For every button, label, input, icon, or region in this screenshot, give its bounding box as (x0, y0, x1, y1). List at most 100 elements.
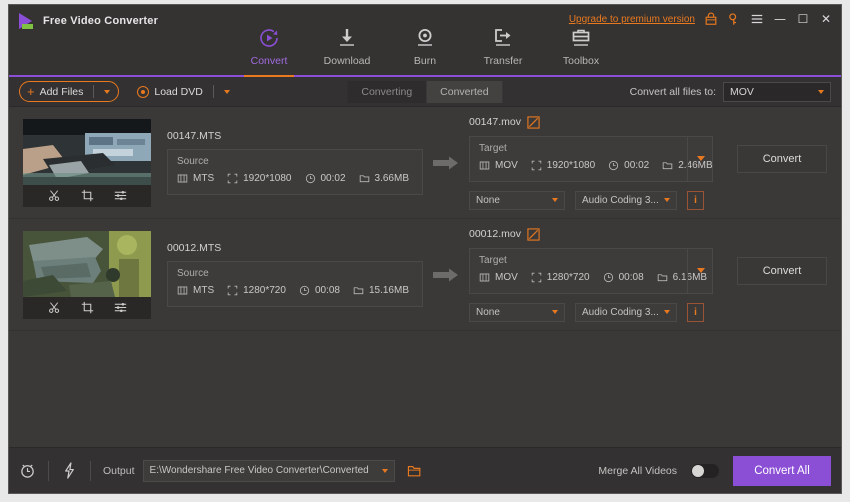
toggle-knob (692, 464, 704, 477)
effects-sliders-icon[interactable] (114, 189, 127, 202)
source-resolution: 1920*1080 (227, 173, 292, 184)
trim-scissors-icon[interactable] (48, 189, 61, 202)
alarm-clock-icon[interactable] (19, 462, 36, 479)
resolution-icon (227, 285, 238, 296)
load-dvd-button[interactable]: Load DVD (137, 85, 230, 98)
info-button[interactable]: i (687, 190, 704, 210)
convert-icon (230, 24, 308, 52)
tab-burn[interactable]: Burn (386, 20, 464, 75)
source-column: 00012.MTS Source MTS 1280*720 00:08 15.1… (167, 242, 423, 307)
target-column: 00012.mov Target MOV 1280*720 00:08 6.16… (469, 227, 827, 322)
audio-select[interactable]: Audio Coding 3... (575, 302, 677, 322)
audio-select[interactable]: Audio Coding 3... (575, 190, 677, 210)
output-label: Output (103, 464, 135, 477)
thumbnail-tools (23, 184, 151, 207)
info-button[interactable]: i (687, 302, 704, 322)
crop-icon[interactable] (81, 189, 94, 202)
load-dvd-label: Load DVD (154, 85, 203, 98)
target-format-dropdown[interactable] (687, 247, 713, 294)
output-path-select[interactable]: E:\Wondershare Free Video Converter\Conv… (142, 459, 395, 482)
transfer-icon (464, 24, 542, 52)
target-file-name: 00012.mov (469, 228, 521, 240)
add-files-label: Add Files (39, 85, 84, 98)
target-info-wrap: Target MOV (469, 135, 713, 182)
plus-icon: + (27, 84, 35, 99)
target-file-name: 00147.mov (469, 116, 521, 128)
source-meta-row: MTS 1280*720 00:08 15.16MB (177, 285, 413, 296)
convert-all-format-group: Convert all files to: MOV (629, 81, 831, 102)
tab-converted[interactable]: Converted (426, 81, 502, 103)
chevron-down-icon[interactable] (104, 89, 111, 94)
clock-icon (299, 285, 310, 296)
chevron-down-icon (381, 468, 388, 473)
format-select-value: MOV (730, 85, 754, 98)
audio-select-value: Audio Coding 3... (582, 306, 659, 318)
main-nav: Convert Download Burn Transfer Toolbox (9, 20, 841, 77)
rename-edit-icon[interactable] (527, 115, 540, 129)
chevron-down-icon (664, 310, 670, 314)
target-label: Target (479, 142, 507, 154)
target-meta-row: MOV 1920*1080 00:02 2.46MB (479, 159, 713, 171)
convert-button[interactable]: Convert (737, 256, 827, 285)
crop-icon[interactable] (81, 301, 94, 314)
effects-sliders-icon[interactable] (114, 301, 127, 314)
source-file-name: 00012.MTS (167, 242, 222, 254)
clock-icon (305, 173, 315, 184)
target-duration-value: 00:02 (624, 159, 650, 171)
burn-icon (386, 24, 464, 52)
target-options-row: None Audio Coding 3... i (469, 302, 827, 322)
trim-scissors-icon[interactable] (48, 301, 61, 314)
tab-convert[interactable]: Convert (230, 20, 308, 77)
tab-converting[interactable]: Converting (347, 80, 427, 103)
source-format: MTS (177, 173, 214, 184)
video-thumbnail[interactable] (23, 230, 151, 319)
folder-icon (662, 161, 673, 169)
conversion-arrow (423, 155, 469, 171)
format-select[interactable]: MOV (723, 81, 831, 102)
tab-toolbox-label: Toolbox (562, 55, 600, 67)
source-format: MTS (177, 285, 214, 296)
file-list[interactable]: 00147.MTS Source MTS 1920*1080 00:02 3.6… (9, 107, 841, 447)
divider (48, 460, 49, 481)
film-icon (479, 273, 490, 281)
title-bar: Free Video Converter Upgrade to premium … (9, 5, 841, 77)
open-folder-icon[interactable] (407, 464, 423, 478)
target-format-dropdown[interactable] (687, 135, 713, 182)
rename-edit-icon[interactable] (527, 227, 540, 241)
thumbnail-tools (23, 296, 151, 319)
status-tabs: Converting Converted (347, 80, 503, 103)
video-thumbnail[interactable] (23, 118, 151, 207)
source-duration-value: 00:02 (320, 173, 346, 184)
source-duration: 00:08 (299, 285, 340, 296)
app-window: Free Video Converter Upgrade to premium … (8, 4, 842, 494)
convert-button[interactable]: Convert (737, 144, 827, 173)
convert-all-to-label: Convert all files to: (629, 85, 716, 98)
conversion-arrow (423, 267, 469, 283)
source-meta-row: MTS 1920*1080 00:02 3.66MB (177, 173, 413, 184)
bottom-bar: Output E:\Wondershare Free Video Convert… (9, 447, 841, 493)
target-resolution-value: 1280*720 (546, 271, 590, 283)
chevron-down-icon (664, 198, 670, 202)
lightning-bolt-icon[interactable] (61, 462, 78, 479)
add-files-button[interactable]: + Add Files (19, 81, 120, 102)
chevron-down-icon[interactable] (223, 89, 230, 94)
table-row[interactable]: 00012.MTS Source MTS 1280*720 00:08 15.1… (9, 219, 841, 331)
target-format: MOV (479, 272, 518, 283)
subtitle-select[interactable]: None (469, 190, 565, 210)
tab-toolbox[interactable]: Toolbox (542, 20, 620, 75)
chevron-down-icon (696, 156, 705, 161)
table-row[interactable]: 00147.MTS Source MTS 1920*1080 00:02 3.6… (9, 107, 841, 219)
merge-all-videos-toggle[interactable] (691, 463, 719, 478)
chevron-down-icon (696, 268, 705, 273)
tab-transfer[interactable]: Transfer (464, 20, 542, 75)
tab-download[interactable]: Download (308, 20, 386, 75)
folder-icon (359, 175, 369, 183)
target-duration: 00:08 (603, 272, 644, 283)
source-duration-value: 00:08 (314, 285, 340, 296)
arrow-right-icon (433, 156, 458, 169)
source-resolution: 1280*720 (227, 285, 286, 296)
convert-all-button[interactable]: Convert All (733, 455, 831, 486)
subtitle-select[interactable]: None (469, 302, 565, 322)
action-toolbar: + Add Files Load DVD Converting Converte… (9, 77, 841, 107)
target-label: Target (479, 254, 507, 266)
